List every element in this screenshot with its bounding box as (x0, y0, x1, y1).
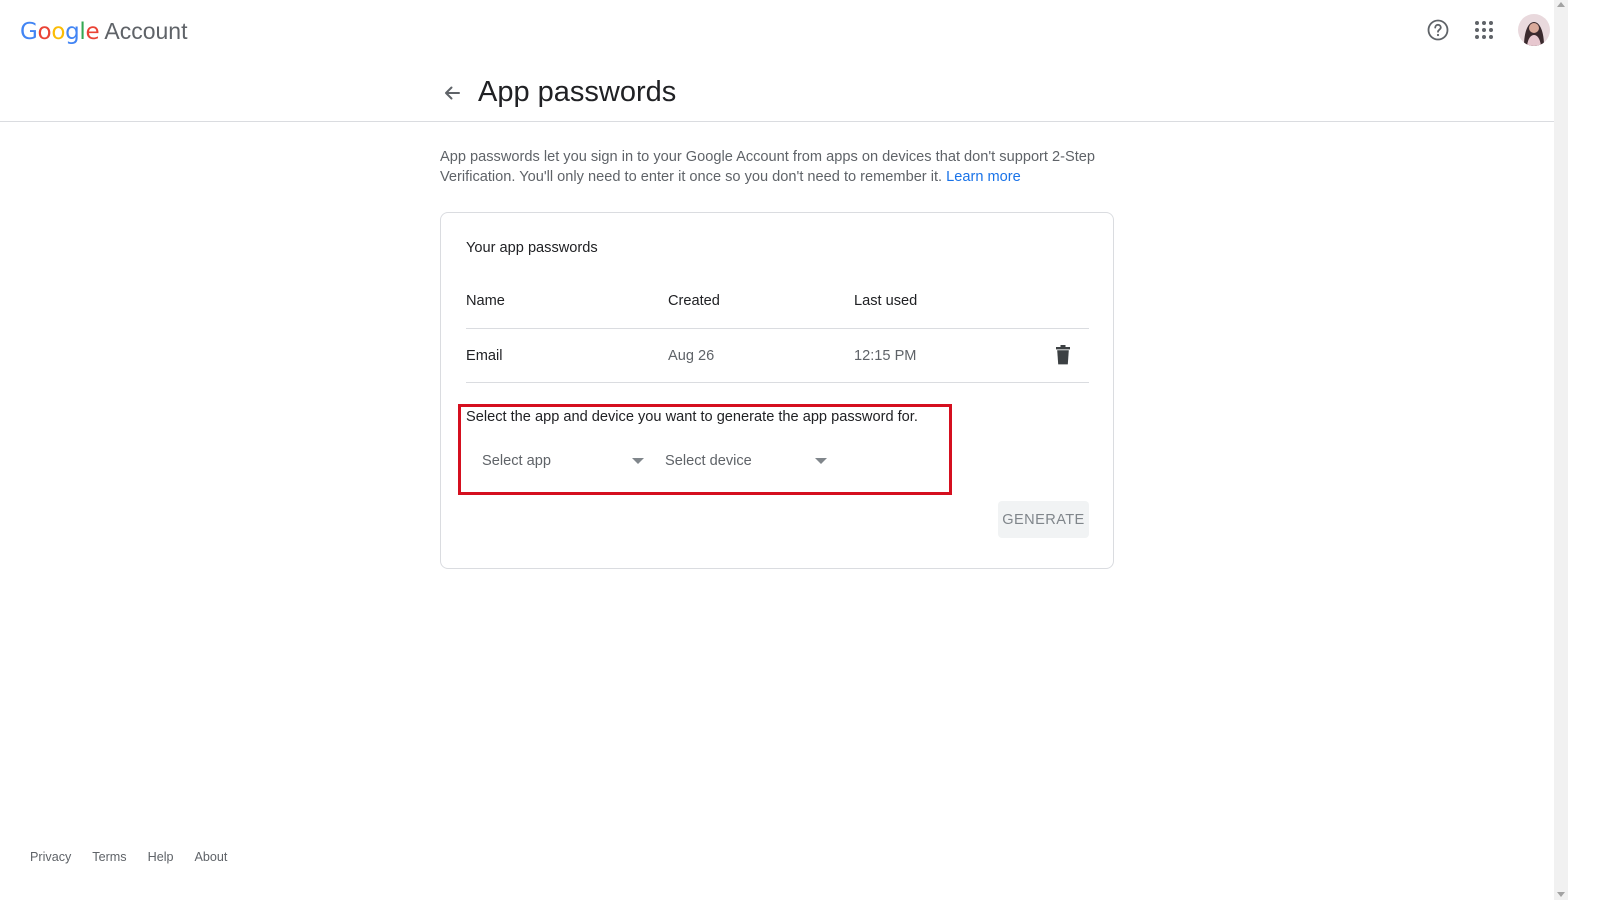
column-header-created: Created (668, 293, 720, 309)
table-divider (466, 382, 1089, 383)
delete-trash-icon[interactable] (1055, 345, 1071, 365)
logo-letter: G (20, 19, 38, 45)
scrollbar[interactable] (1554, 0, 1568, 900)
footer-link-terms[interactable]: Terms (92, 850, 126, 864)
row-name: Email (466, 348, 503, 364)
learn-more-link[interactable]: Learn more (946, 169, 1021, 185)
footer-link-about[interactable]: About (195, 850, 228, 864)
row-created: Aug 26 (668, 348, 715, 364)
page-title: App passwords (478, 76, 677, 108)
help-icon[interactable] (1422, 14, 1454, 46)
column-header-name: Name (466, 293, 505, 309)
google-account-logo[interactable]: Google Account (20, 18, 187, 45)
scroll-up-icon[interactable] (1557, 2, 1565, 7)
header-divider (0, 121, 1554, 122)
page-header: App passwords (438, 76, 676, 109)
logo-letter: o (51, 19, 66, 45)
top-right-icons (1422, 14, 1550, 46)
apps-grid-icon[interactable] (1468, 14, 1500, 46)
app-passwords-card: Your app passwords Name Created Last use… (440, 212, 1114, 569)
avatar[interactable] (1518, 14, 1550, 46)
footer-link-help[interactable]: Help (148, 850, 174, 864)
footer-link-privacy[interactable]: Privacy (30, 850, 71, 864)
intro-text: App passwords let you sign in to your Go… (440, 147, 1120, 187)
footer-links: Privacy Terms Help About (30, 850, 227, 864)
highlight-box (458, 404, 952, 495)
generate-button[interactable]: GENERATE (998, 501, 1089, 538)
logo-letter: g (65, 19, 80, 45)
google-wordmark: Google (20, 19, 100, 45)
card-title: Your app passwords (466, 240, 598, 256)
scroll-down-icon[interactable] (1557, 892, 1565, 897)
back-arrow-icon[interactable] (438, 79, 466, 107)
logo-letter: o (37, 19, 52, 45)
column-header-last-used: Last used (854, 293, 918, 309)
logo-letter: e (85, 19, 100, 45)
row-last-used: 12:15 PM (854, 348, 917, 364)
account-label: Account (104, 18, 188, 44)
table-divider (466, 328, 1089, 329)
